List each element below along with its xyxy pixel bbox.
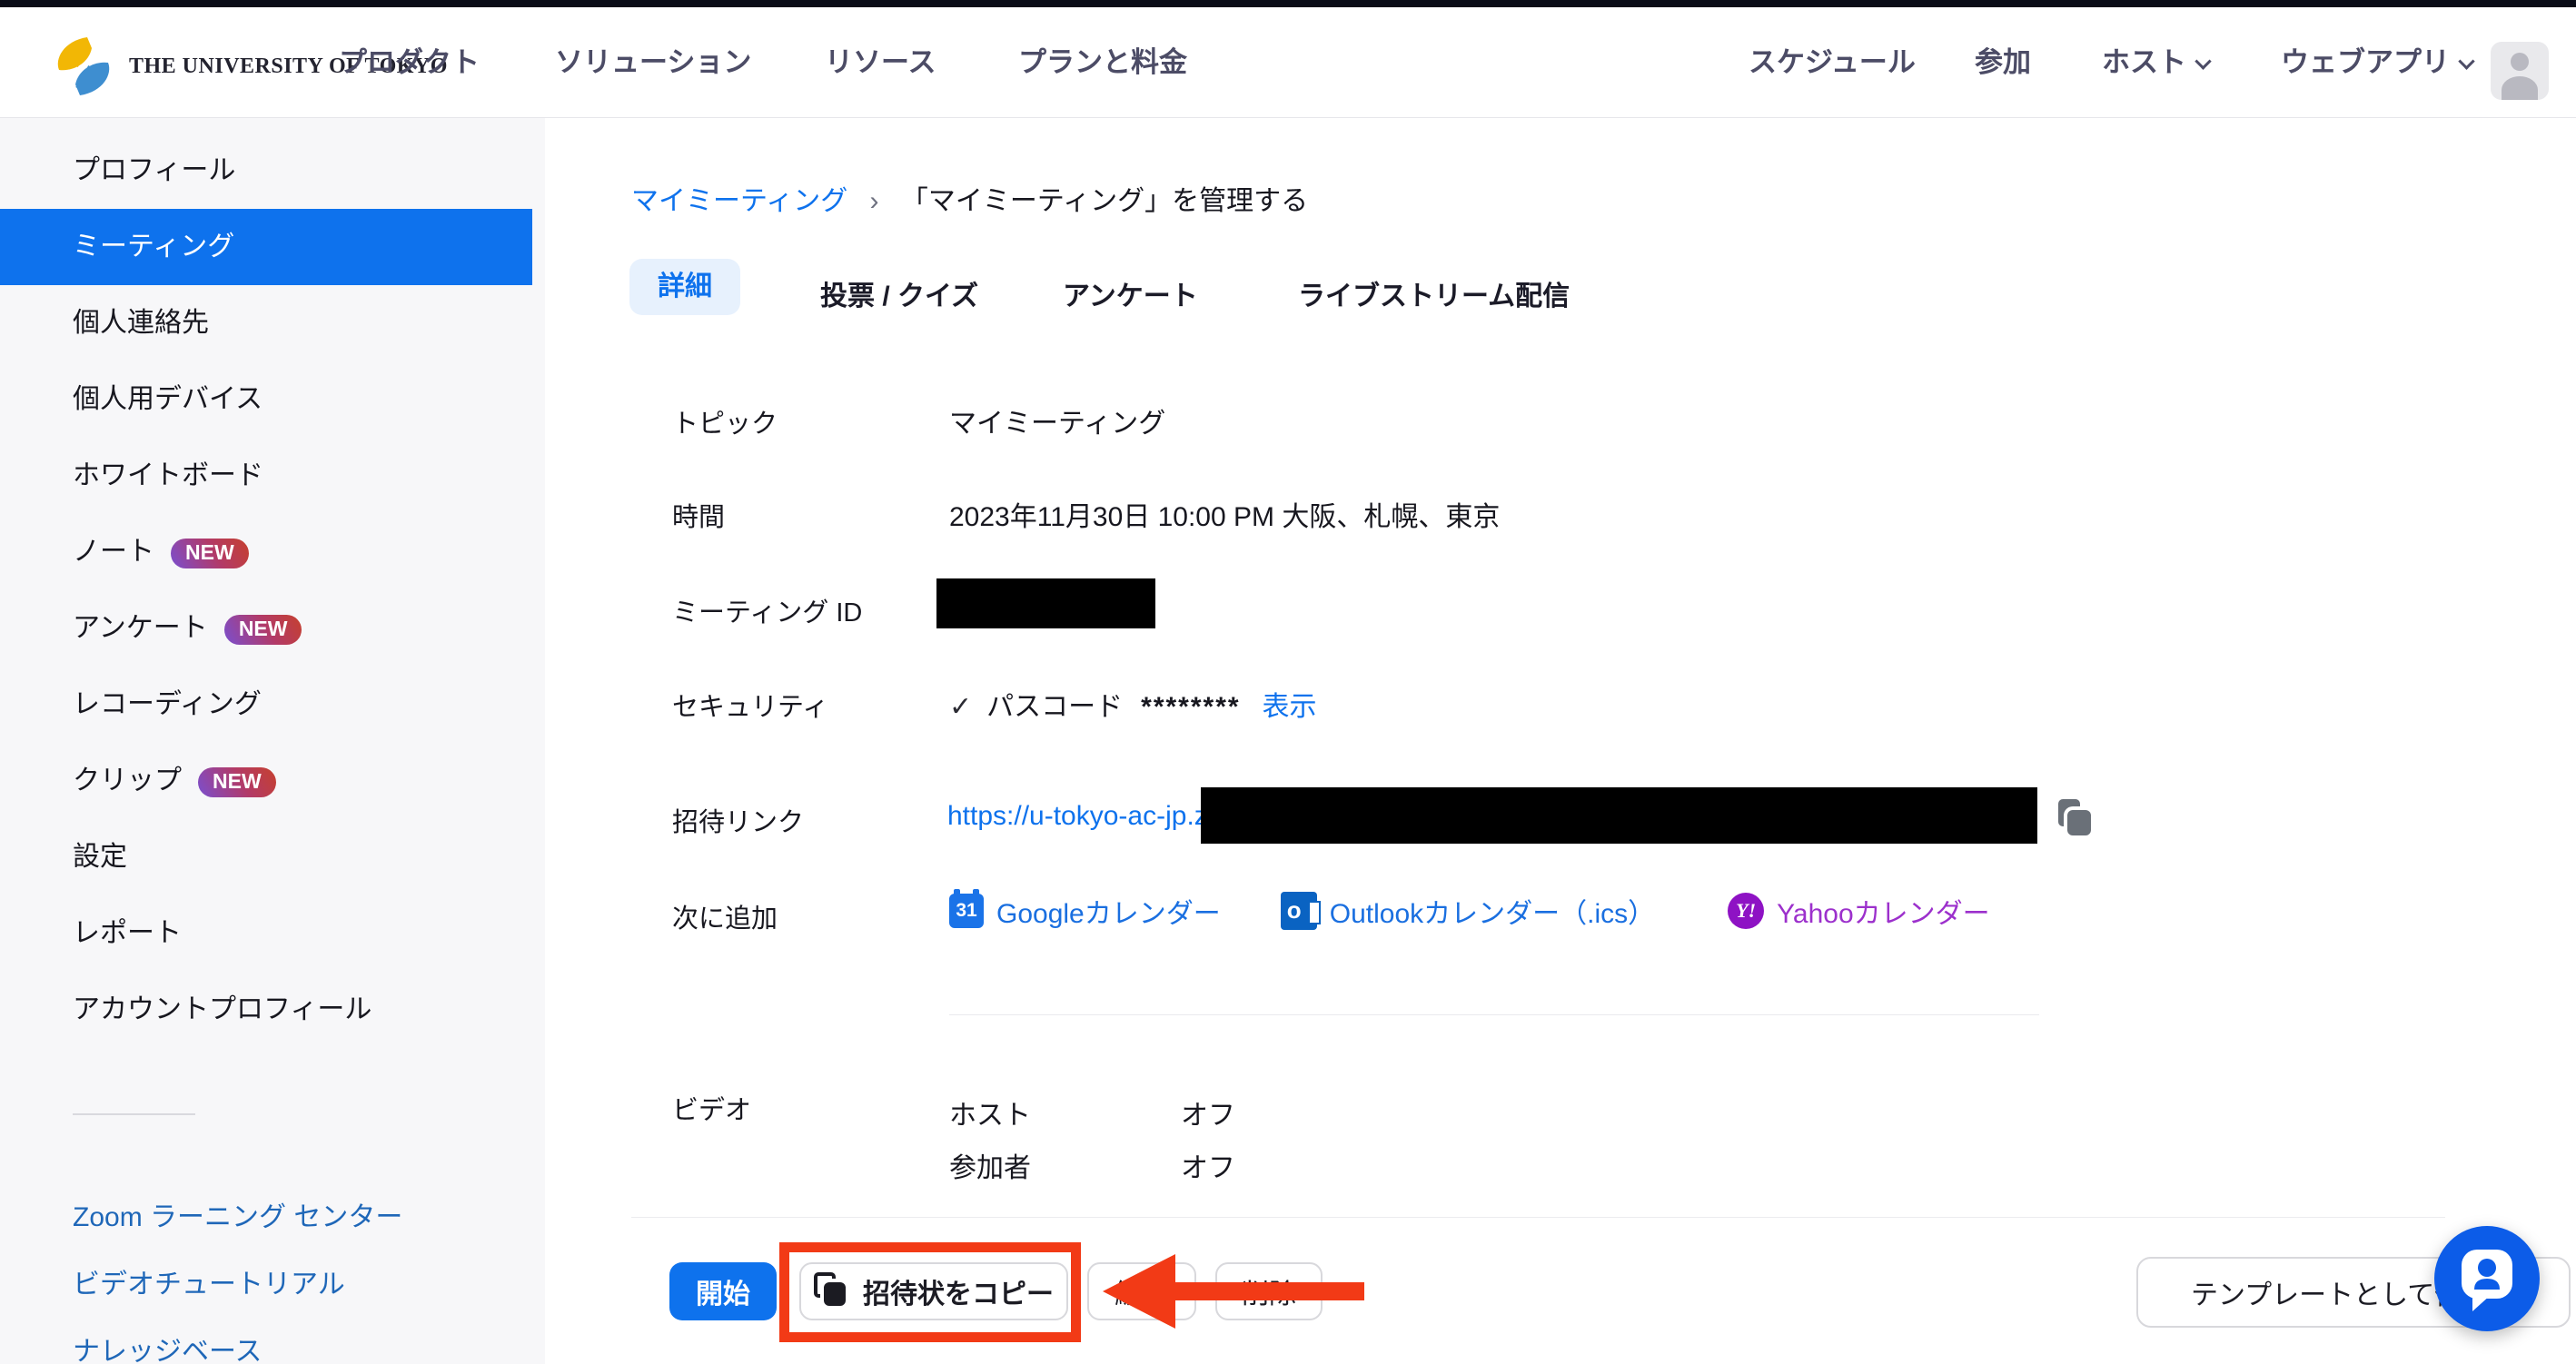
time-label: 時間 — [672, 496, 725, 534]
meeting-id-redaction — [936, 578, 1155, 628]
breadcrumb-current: 「マイミーティング」を管理する — [901, 186, 1308, 216]
section-divider — [949, 1014, 2039, 1015]
breadcrumb: マイミーティング › 「マイミーティング」を管理する — [631, 178, 1308, 218]
new-badge: NEW — [171, 539, 249, 568]
checkmark-icon: ✓ — [949, 692, 972, 722]
video-participant-label: 参加者 — [949, 1145, 1031, 1185]
nav-web-app-label: ウェブアプリ — [2281, 46, 2450, 78]
user-avatar[interactable] — [2491, 42, 2549, 100]
passcode-label: パスコード — [986, 692, 1123, 722]
sidebar-item-recordings[interactable]: レコーディング — [0, 667, 532, 743]
new-badge: NEW — [224, 615, 302, 645]
nav-schedule[interactable]: スケジュール — [1749, 7, 1916, 118]
sidebar-item-profile[interactable]: プロフィール — [0, 133, 532, 209]
show-passcode-link[interactable]: 表示 — [1263, 692, 1317, 722]
copy-link-icon[interactable] — [2056, 799, 2096, 841]
new-badge: NEW — [198, 767, 276, 797]
add-to-label: 次に追加 — [672, 897, 778, 935]
nav-resources[interactable]: リソース — [825, 7, 936, 118]
security-label: セキュリティ — [672, 686, 828, 724]
top-navbar: THE UNIVERSITY OF TOKYO プロダクト ソリューション リソ… — [0, 7, 2576, 118]
sidebar-item-surveys[interactable]: アンケートNEW — [0, 590, 532, 667]
ginkgo-leaf-icon — [49, 35, 116, 97]
sidebar-item-whiteboard[interactable]: ホワイトボード — [0, 438, 532, 514]
avatar-person-icon — [2511, 53, 2529, 71]
google-calendar-link[interactable]: 31 Googleカレンダー — [949, 891, 1221, 931]
sidebar-item-personal-contacts[interactable]: 個人連絡先 — [0, 285, 532, 361]
tab-survey[interactable]: アンケート — [1063, 273, 1198, 313]
meeting-id-label: ミーティング ID — [672, 591, 862, 629]
topic-label: トピック — [672, 402, 778, 440]
nav-products[interactable]: プロダクト — [339, 7, 480, 118]
time-value: 2023年11月30日 10:00 PM 大阪、札幌、東京 — [949, 494, 1500, 534]
sidebar-link-learning-center[interactable]: Zoom ラーニング センター — [73, 1194, 402, 1234]
delete-button[interactable]: 削除 — [1215, 1262, 1323, 1320]
sidebar-item-notes[interactable]: ノートNEW — [0, 514, 532, 590]
sidebar-link-video-tutorials[interactable]: ビデオチュートリアル — [73, 1261, 345, 1301]
sidebar-link-knowledge-base[interactable]: ナレッジベース — [73, 1329, 263, 1364]
video-label: ビデオ — [672, 1089, 751, 1127]
nav-host[interactable]: ホスト — [2102, 7, 2209, 118]
footer-divider — [631, 1217, 2445, 1218]
copy-icon — [814, 1272, 850, 1310]
yahoo-calendar-icon: Y! — [1728, 893, 1764, 929]
copy-invitation-button[interactable]: 招待状をコピー — [799, 1262, 1068, 1320]
nav-solutions[interactable]: ソリューション — [555, 7, 751, 118]
browser-top-edge — [0, 0, 2576, 7]
chevron-down-icon — [2458, 54, 2474, 70]
video-host-value: オフ — [1181, 1092, 1235, 1132]
breadcrumb-my-meetings-link[interactable]: マイミーティング — [631, 186, 847, 216]
tab-live-streaming[interactable]: ライブストリーム配信 — [1298, 273, 1570, 313]
person-bubble-icon — [2434, 1226, 2540, 1331]
sidebar-item-reports[interactable]: レポート — [0, 895, 532, 972]
calendar-links-row: 31 Googleカレンダー o Outlookカレンダー（.ics） Y! Y… — [949, 890, 1990, 932]
sidebar-item-account-profile[interactable]: アカウントプロフィール — [0, 972, 532, 1048]
outlook-calendar-icon: o — [1281, 892, 1317, 930]
invite-link-redaction — [1201, 787, 2037, 844]
sidebar-item-clips[interactable]: クリップNEW — [0, 743, 532, 819]
sidebar-item-meetings[interactable]: ミーティング — [0, 209, 532, 285]
chevron-down-icon — [2195, 54, 2211, 70]
sidebar-item-settings[interactable]: 設定 — [0, 819, 532, 895]
nav-host-label: ホスト — [2102, 46, 2186, 78]
outlook-calendar-link[interactable]: o Outlookカレンダー（.ics） — [1281, 891, 1655, 931]
passcode-masked: ******** — [1141, 692, 1240, 722]
security-value: ✓ パスコード ******** 表示 — [949, 684, 1317, 724]
nav-web-app[interactable]: ウェブアプリ — [2281, 7, 2472, 118]
video-host-label: ホスト — [949, 1092, 1031, 1132]
start-button[interactable]: 開始 — [669, 1262, 777, 1320]
yahoo-calendar-link[interactable]: Y! Yahooカレンダー — [1728, 891, 1990, 931]
invite-link-label: 招待リンク — [672, 801, 804, 839]
support-chat-button[interactable] — [2434, 1226, 2540, 1331]
edit-button[interactable]: 編集 — [1087, 1262, 1196, 1320]
nav-plans-pricing[interactable]: プランと料金 — [1018, 7, 1187, 118]
google-calendar-icon: 31 — [949, 894, 984, 928]
topic-value: マイミーティング — [949, 400, 1165, 440]
video-participant-value: オフ — [1181, 1145, 1235, 1185]
nav-join[interactable]: 参加 — [1975, 7, 2031, 118]
sidebar-list: プロフィール ミーティング 個人連絡先 個人用デバイス ホワイトボード ノートN… — [0, 133, 532, 1048]
tab-details[interactable]: 詳細 — [629, 259, 740, 315]
sidebar: プロフィール ミーティング 個人連絡先 個人用デバイス ホワイトボード ノートN… — [0, 118, 545, 1364]
sidebar-item-personal-devices[interactable]: 個人用デバイス — [0, 361, 532, 438]
breadcrumb-separator: › — [870, 186, 879, 216]
tab-polls-quizzes[interactable]: 投票 / クイズ — [820, 273, 978, 313]
sidebar-divider — [73, 1113, 195, 1115]
